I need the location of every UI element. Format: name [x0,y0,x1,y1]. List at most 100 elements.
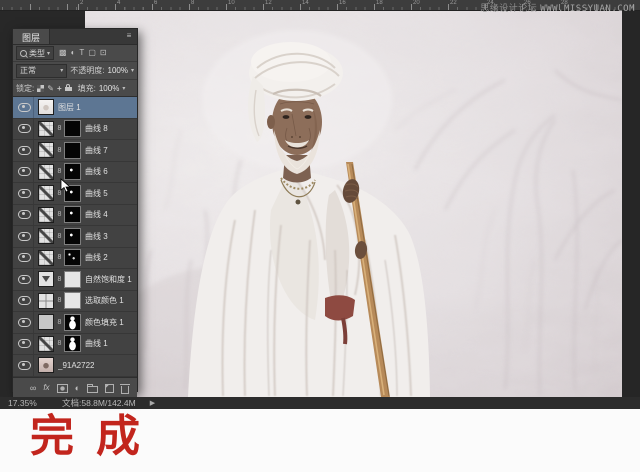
chevron-down-icon[interactable]: ▾ [122,85,125,92]
new-group-icon[interactable] [87,386,98,393]
visibility-toggle[interactable] [16,140,34,161]
filter-adjustment-icon[interactable]: ◐ [71,49,76,57]
watermark: 思缘设计论坛 WWW.MISSYUAN.COM [480,1,635,14]
layer-thumbnail[interactable] [38,228,54,244]
canvas[interactable] [85,10,622,397]
caption-done: 完成 [30,413,640,461]
eye-icon [18,103,31,112]
lock-position-icon[interactable]: + [57,84,62,93]
opacity-value[interactable]: 100% [108,66,128,75]
layer-style-icon[interactable]: fx [43,384,49,392]
filter-pixel-icon[interactable]: ▩ [59,49,67,57]
layer-mask-thumbnail[interactable] [64,249,81,266]
mask-link-icon: 8 [57,319,62,326]
fill-label: 填充: [78,83,96,94]
layer-thumbnail[interactable] [38,99,54,115]
layer-name: 曲线 8 [85,123,108,134]
mouse-cursor [60,178,72,199]
layer-thumbnail[interactable] [38,164,54,180]
visibility-toggle[interactable] [16,119,34,140]
layer-list: 8 图层 1 8 曲线 8 8 曲线 7 8 曲线 6 8 [13,97,137,377]
layer-mask-thumbnail[interactable] [64,335,81,352]
lock-transparency-icon[interactable] [37,85,44,92]
layer-thumbnail[interactable] [38,293,54,309]
visibility-toggle[interactable] [16,355,34,376]
visibility-toggle[interactable] [16,248,34,269]
layer-mask-thumbnail[interactable] [64,120,81,137]
link-layers-icon[interactable]: ∞ [30,384,36,393]
layer-row[interactable]: 8 选取颜色 1 [13,291,137,313]
layer-thumbnail[interactable] [38,336,54,352]
filter-shape-icon[interactable]: ▢ [88,49,96,57]
eye-icon [18,361,31,370]
layer-row[interactable]: 8 曲线 8 [13,119,137,141]
search-icon [20,50,27,57]
layer-mask-thumbnail[interactable] [64,314,81,331]
layer-row[interactable]: 8 自然饱和度 1 [13,269,137,291]
watermark-site-name: 思缘设计论坛 [480,3,537,13]
layer-row[interactable]: 8 曲线 4 [13,205,137,227]
visibility-toggle[interactable] [16,291,34,312]
layers-panel: 图层 ≡ 类型 ▾ ▩ ◐ T ▢ ⊡ 正常 ▾ 不透明度: 100% ▾ 锁定… [12,28,138,392]
layer-mask-thumbnail[interactable] [64,228,81,245]
visibility-toggle[interactable] [16,334,34,355]
layer-name: 颜色填充 1 [85,317,124,328]
layer-thumbnail[interactable] [38,185,54,201]
layer-thumbnail[interactable] [38,357,54,373]
layer-mask-thumbnail[interactable] [64,142,81,159]
add-mask-icon[interactable] [57,384,68,393]
blend-mode-select[interactable]: 正常 ▾ [16,64,67,78]
layer-row[interactable]: 8 图层 1 [13,97,137,119]
zoom-level-field[interactable]: 17.35% [8,398,52,408]
delete-layer-icon[interactable] [121,386,129,394]
layer-mask-thumbnail[interactable] [64,292,81,309]
layer-row[interactable]: 8 曲线 3 [13,226,137,248]
layer-row[interactable]: 8 曲线 7 [13,140,137,162]
status-menu-arrow-icon[interactable]: ▶ [150,399,155,407]
layer-row[interactable]: 8 颜色填充 1 [13,312,137,334]
layer-thumbnail[interactable] [38,314,54,330]
layer-row[interactable]: 8 _91A2722 [13,355,137,377]
lock-label: 锁定: [16,83,34,94]
layer-row[interactable]: 8 曲线 1 [13,334,137,356]
lock-all-icon[interactable] [65,84,72,92]
layer-filter-row: 类型 ▾ ▩ ◐ T ▢ ⊡ [13,45,137,62]
opacity-label: 不透明度: [70,65,104,76]
layer-thumbnail[interactable] [38,207,54,223]
visibility-toggle[interactable] [16,183,34,204]
ruler-number: 2 [80,0,83,6]
filter-kind-dropdown[interactable]: 类型 ▾ [16,46,54,60]
mask-link-icon: 8 [57,147,62,154]
layer-mask-thumbnail[interactable] [64,271,81,288]
mask-link-icon: 8 [57,233,62,240]
layer-row[interactable]: 8 曲线 5 [13,183,137,205]
layer-thumbnail[interactable] [38,250,54,266]
layer-thumbnail[interactable] [38,121,54,137]
visibility-toggle[interactable] [16,312,34,333]
visibility-toggle[interactable] [16,97,34,118]
new-layer-icon[interactable] [105,384,114,393]
chevron-down-icon[interactable]: ▾ [131,67,134,74]
filter-smart-icon[interactable]: ⊡ [100,49,107,57]
eye-icon [18,339,31,348]
visibility-toggle[interactable] [16,162,34,183]
lock-pixels-icon[interactable]: ✎ [47,84,54,93]
status-bar: 17.35% 文档:58.8M/142.4M ▶ [0,397,640,409]
new-adjustment-icon[interactable]: ◐ [75,384,80,393]
layer-thumbnail[interactable] [38,142,54,158]
visibility-toggle[interactable] [16,269,34,290]
tab-layers[interactable]: 图层 [13,29,50,44]
layer-row[interactable]: 8 曲线 6 [13,162,137,184]
visibility-toggle[interactable] [16,226,34,247]
layer-mask-thumbnail[interactable] [64,206,81,223]
filter-kind-label: 类型 [29,48,45,59]
visibility-toggle[interactable] [16,205,34,226]
panel-menu-icon[interactable]: ≡ [121,29,137,44]
eye-icon [18,210,31,219]
layer-name: 曲线 5 [85,188,108,199]
fill-value[interactable]: 100% [99,84,119,93]
layer-row[interactable]: 8 曲线 2 [13,248,137,270]
layer-thumbnail[interactable] [38,271,54,287]
filter-type-icon[interactable]: T [79,49,84,57]
watermark-site-url: WWW.MISSYUAN.COM [540,4,635,14]
